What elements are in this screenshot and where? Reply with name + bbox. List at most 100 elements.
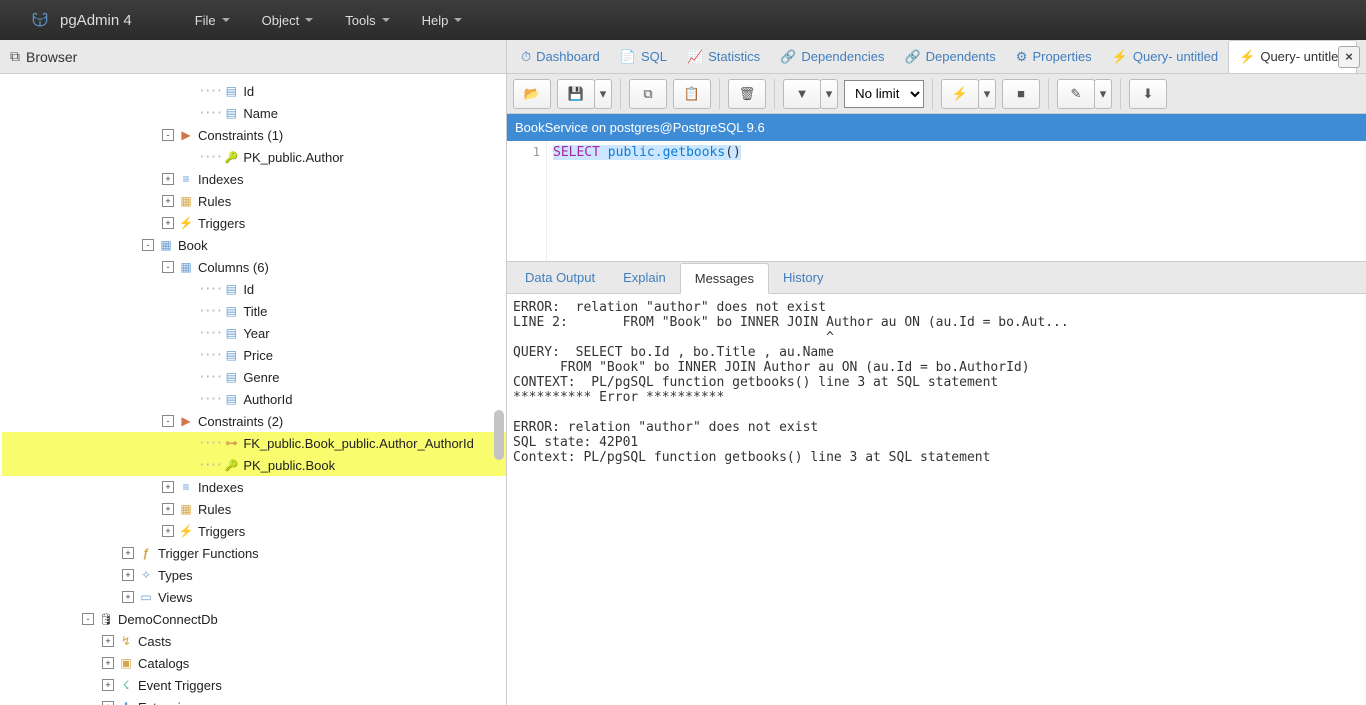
tree-node-label: Id [243, 282, 254, 297]
row-limit-select[interactable]: No limit [844, 80, 924, 108]
binoculars-icon [10, 48, 20, 65]
expand-toggle[interactable]: + [102, 635, 114, 647]
save-button[interactable]: 💾 [557, 79, 595, 109]
tree-node-label: Book [178, 238, 208, 253]
edit-dropdown[interactable]: ▾ [1094, 79, 1112, 109]
messages-output[interactable]: ERROR: relation "author" does not exist … [507, 294, 1366, 705]
expand-toggle[interactable]: + [162, 195, 174, 207]
tab-sql[interactable]: 📄SQL [610, 40, 677, 74]
tab-dependencies[interactable]: 🔗Dependencies [770, 40, 894, 74]
tree-node[interactable]: +Rules [2, 498, 506, 520]
expand-toggle[interactable]: + [102, 701, 114, 705]
rule-icon [178, 193, 194, 209]
tree-node-label: Extensions [138, 700, 202, 705]
tree-node[interactable]: ····Title [2, 300, 506, 322]
menu-help[interactable]: Help [414, 13, 471, 28]
tree-node[interactable]: +Casts [2, 630, 506, 652]
tab-icon: ⚙ [1016, 49, 1028, 65]
tree-scrollbar[interactable] [494, 410, 504, 460]
tree-node[interactable]: +Types [2, 564, 506, 586]
tree-node[interactable]: +Trigger Functions [2, 542, 506, 564]
object-tree[interactable]: ····Id····Name-Constraints (1)····PK_pub… [0, 74, 506, 705]
tree-node[interactable]: -Constraints (2) [2, 410, 506, 432]
output-tab-explain[interactable]: Explain [609, 263, 680, 293]
menu-file[interactable]: File [187, 13, 238, 28]
expand-toggle[interactable]: - [162, 415, 174, 427]
expand-toggle[interactable]: + [162, 481, 174, 493]
main-panel: ⏱Dashboard📄SQL📈Statistics🔗Dependencies🔗D… [507, 40, 1366, 705]
tab-dependents[interactable]: 🔗Dependents [894, 40, 1005, 74]
expand-toggle[interactable]: + [122, 569, 134, 581]
tree-node[interactable]: ····Name [2, 102, 506, 124]
tree-node[interactable]: -Columns (6) [2, 256, 506, 278]
tree-node[interactable]: +Rules [2, 190, 506, 212]
tree-node[interactable]: +Catalogs [2, 652, 506, 674]
tree-node[interactable]: ····PK_public.Author [2, 146, 506, 168]
execute-dropdown[interactable]: ▾ [978, 79, 996, 109]
output-tab-data-output[interactable]: Data Output [511, 263, 609, 293]
key-icon [223, 149, 239, 165]
tree-node[interactable]: ····Price [2, 344, 506, 366]
close-tab-button[interactable]: × [1338, 46, 1360, 68]
clear-button[interactable]: 🗑 [728, 79, 766, 109]
download-button[interactable]: ⬇ [1129, 79, 1167, 109]
expand-toggle[interactable]: - [142, 239, 154, 251]
sql-editor[interactable]: 1 SELECT public.getbooks() [507, 141, 1366, 261]
code-area[interactable]: SELECT public.getbooks() [547, 141, 1366, 261]
menu-tools[interactable]: Tools [337, 13, 397, 28]
filter-dropdown[interactable]: ▾ [820, 79, 838, 109]
tab-statistics[interactable]: 📈Statistics [677, 40, 770, 74]
expand-toggle[interactable]: - [162, 129, 174, 141]
tree-node-label: Year [243, 326, 269, 341]
tab-query-untitled[interactable]: ⚡Query- untitled [1102, 40, 1228, 74]
expand-toggle[interactable]: + [102, 657, 114, 669]
output-tab-history[interactable]: History [769, 263, 837, 293]
tree-node[interactable]: ····Year [2, 322, 506, 344]
expand-toggle[interactable]: + [162, 217, 174, 229]
tree-node-label: Constraints (1) [198, 128, 283, 143]
tab-icon: 🔗 [904, 49, 920, 65]
tree-node[interactable]: +Indexes [2, 476, 506, 498]
tree-node[interactable]: ····FK_public.Book_public.Author_AuthorI… [2, 432, 506, 454]
tree-node[interactable]: -DemoConnectDb [2, 608, 506, 630]
tab-dashboard[interactable]: ⏱Dashboard [511, 40, 610, 74]
expand-toggle[interactable]: + [122, 547, 134, 559]
edit-button[interactable]: ✎ [1057, 79, 1095, 109]
tree-node[interactable]: - Book [2, 234, 506, 256]
expand-toggle[interactable]: + [102, 679, 114, 691]
tree-node[interactable]: +Event Triggers [2, 674, 506, 696]
tree-node[interactable]: ····Id [2, 80, 506, 102]
tree-node[interactable]: ····Id [2, 278, 506, 300]
tree-node[interactable]: +Triggers [2, 212, 506, 234]
ext-icon [118, 699, 134, 705]
expand-toggle[interactable]: + [162, 173, 174, 185]
expand-toggle[interactable]: + [122, 591, 134, 603]
expand-toggle[interactable]: + [162, 503, 174, 515]
copy-button[interactable]: ⧉ [629, 79, 667, 109]
tab-label: Dashboard [536, 49, 600, 64]
tree-node[interactable]: ····Genre [2, 366, 506, 388]
tree-node[interactable]: ····PK_public.Book [2, 454, 506, 476]
open-file-button[interactable]: 📂 [513, 79, 551, 109]
menu-object[interactable]: Object [254, 13, 322, 28]
tree-node[interactable]: + Extensions [2, 696, 506, 705]
filter-button[interactable]: ▼ [783, 79, 821, 109]
tree-node[interactable]: ····AuthorId [2, 388, 506, 410]
cast-icon [118, 633, 134, 649]
paste-button[interactable]: 📋 [673, 79, 711, 109]
expand-toggle[interactable]: - [82, 613, 94, 625]
tree-node[interactable]: - Constraints (1) [2, 124, 506, 146]
tree-node[interactable]: +Triggers [2, 520, 506, 542]
tree-node[interactable]: +Indexes [2, 168, 506, 190]
output-tab-messages[interactable]: Messages [680, 263, 769, 294]
expand-toggle[interactable]: + [162, 525, 174, 537]
tree-node[interactable]: +Views [2, 586, 506, 608]
expand-toggle[interactable]: - [162, 261, 174, 273]
tab-properties[interactable]: ⚙Properties [1006, 40, 1102, 74]
table-icon [158, 237, 174, 253]
stop-button[interactable]: ■ [1002, 79, 1040, 109]
col-icon [223, 391, 239, 407]
tab-label: SQL [641, 49, 667, 64]
save-dropdown[interactable]: ▾ [594, 79, 612, 109]
execute-button[interactable]: ⚡ [941, 79, 979, 109]
